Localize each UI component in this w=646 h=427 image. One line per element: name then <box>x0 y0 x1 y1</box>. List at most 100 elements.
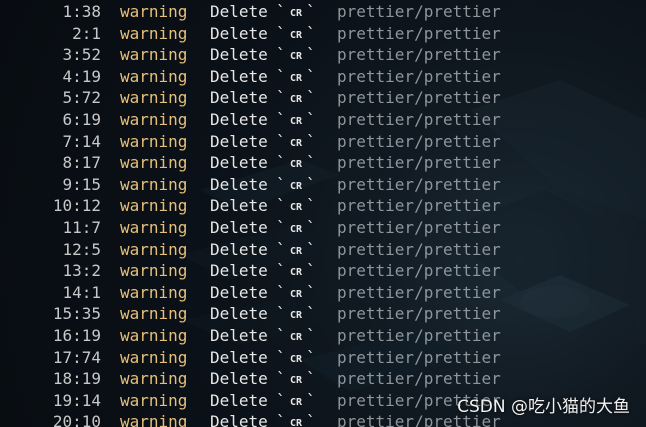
backtick-close: ` <box>306 304 316 324</box>
line-column: 12:5 <box>62 239 101 259</box>
line-column: 5:72 <box>62 88 101 108</box>
message-text: Delete <box>210 369 268 389</box>
rule-name: prettier/prettier <box>337 131 501 151</box>
severity-label: warning <box>120 390 188 410</box>
severity-label: warning <box>120 369 188 389</box>
lint-row: 6:19 warning Delete ` CR ` prettier/prettier <box>0 109 646 131</box>
severity-label: warning <box>120 196 188 216</box>
backtick-close: ` <box>306 88 316 108</box>
severity-label: warning <box>120 2 188 21</box>
message-text: Delete <box>210 2 268 21</box>
rule-name: prettier/prettier <box>337 282 501 302</box>
backtick-open: ` <box>276 196 286 216</box>
severity-label: warning <box>120 66 188 86</box>
backtick-open: ` <box>276 110 286 129</box>
backtick-open: ` <box>276 153 286 173</box>
line-column: 2:1 <box>72 23 101 43</box>
lint-row: 4:19 warning Delete ` CR ` prettier/prettier <box>0 66 646 88</box>
severity-label: warning <box>120 131 188 151</box>
backtick-open: ` <box>276 369 286 389</box>
backtick-open: ` <box>276 282 286 302</box>
severity-label: warning <box>120 239 188 259</box>
backtick-open: ` <box>276 218 286 237</box>
severity-label: warning <box>120 153 188 173</box>
line-column: 20:10 <box>52 412 101 427</box>
backtick-close: ` <box>306 66 316 86</box>
carriage-return-token: CR <box>290 8 303 19</box>
lint-row: 15:35 warning Delete ` CR ` prettier/prettier <box>0 303 646 325</box>
message-text: Delete <box>210 23 268 43</box>
backtick-open: ` <box>276 390 286 410</box>
backtick-close: ` <box>306 174 316 194</box>
backtick-close: ` <box>306 2 316 21</box>
backtick-open: ` <box>276 239 286 259</box>
lint-row: 2:1 warning Delete ` CR ` prettier/prettier <box>0 23 646 45</box>
backtick-close: ` <box>306 131 316 151</box>
line-column: 15:35 <box>52 304 101 324</box>
carriage-return-token: CR <box>290 159 303 171</box>
rule-name: prettier/prettier <box>337 304 501 324</box>
lint-row: 18:19 warning Delete ` CR ` prettier/prettier <box>0 368 646 390</box>
message-text: Delete <box>210 174 268 194</box>
line-column: 19:14 <box>52 390 101 410</box>
rule-name: prettier/prettier <box>337 45 501 65</box>
line-column: 3:52 <box>62 45 101 65</box>
backtick-open: ` <box>276 412 286 427</box>
lint-row: 16:19 warning Delete ` CR ` prettier/prettier <box>0 325 646 347</box>
message-text: Delete <box>210 196 268 216</box>
message-text: Delete <box>210 304 268 324</box>
backtick-open: ` <box>276 66 286 86</box>
lint-row: 7:14 warning Delete ` CR ` prettier/prettier <box>0 131 646 153</box>
lint-row: 9:15 warning Delete ` CR ` prettier/prettier <box>0 174 646 196</box>
rule-name: prettier/prettier <box>337 66 501 86</box>
backtick-close: ` <box>306 412 316 427</box>
rule-name: prettier/prettier <box>337 174 501 194</box>
message-text: Delete <box>210 390 268 410</box>
severity-label: warning <box>120 347 188 367</box>
message-text: Delete <box>210 218 268 237</box>
severity-label: warning <box>120 45 188 65</box>
line-column: 4:19 <box>62 66 101 86</box>
carriage-return-token: CR <box>290 94 303 106</box>
rule-name: prettier/prettier <box>337 326 501 345</box>
backtick-close: ` <box>306 23 316 43</box>
message-text: Delete <box>210 261 268 281</box>
severity-label: warning <box>120 88 188 108</box>
message-text: Delete <box>210 45 268 65</box>
severity-label: warning <box>120 412 188 427</box>
carriage-return-token: CR <box>290 224 303 235</box>
carriage-return-token: CR <box>290 137 303 149</box>
backtick-open: ` <box>276 326 286 345</box>
lint-row: 10:12 warning Delete ` CR ` prettier/prettier <box>0 195 646 217</box>
backtick-close: ` <box>306 110 316 129</box>
backtick-open: ` <box>276 23 286 43</box>
rule-name: prettier/prettier <box>337 347 501 367</box>
rule-name: prettier/prettier <box>337 153 501 173</box>
lint-row: 13:2 warning Delete ` CR ` prettier/prettier <box>0 260 646 282</box>
lint-row: 14:1 warning Delete ` CR ` prettier/prettier <box>0 282 646 304</box>
carriage-return-token: CR <box>290 29 303 41</box>
lint-row: 17:74 warning Delete ` CR ` prettier/prettier <box>0 347 646 369</box>
carriage-return-token: CR <box>290 202 303 214</box>
severity-label: warning <box>120 174 188 194</box>
carriage-return-token: CR <box>290 310 303 322</box>
message-text: Delete <box>210 282 268 302</box>
rule-name: prettier/prettier <box>337 261 501 281</box>
backtick-close: ` <box>306 369 316 389</box>
watermark: CSDN @吃小猫的大鱼 <box>457 397 630 417</box>
backtick-open: ` <box>276 131 286 151</box>
carriage-return-token: CR <box>290 180 303 192</box>
message-text: Delete <box>210 66 268 86</box>
carriage-return-token: CR <box>290 375 303 387</box>
backtick-close: ` <box>306 347 316 367</box>
message-text: Delete <box>210 412 268 427</box>
carriage-return-token: CR <box>290 396 303 408</box>
backtick-close: ` <box>306 390 316 410</box>
carriage-return-token: CR <box>290 72 303 84</box>
line-column: 1:38 <box>62 2 101 21</box>
backtick-open: ` <box>276 174 286 194</box>
terminal-output[interactable]: 1:38 warning Delete ` CR ` prettier/prettier 2:… <box>0 0 646 427</box>
backtick-open: ` <box>276 2 286 21</box>
line-column: 8:17 <box>62 153 101 173</box>
message-text: Delete <box>210 110 268 129</box>
